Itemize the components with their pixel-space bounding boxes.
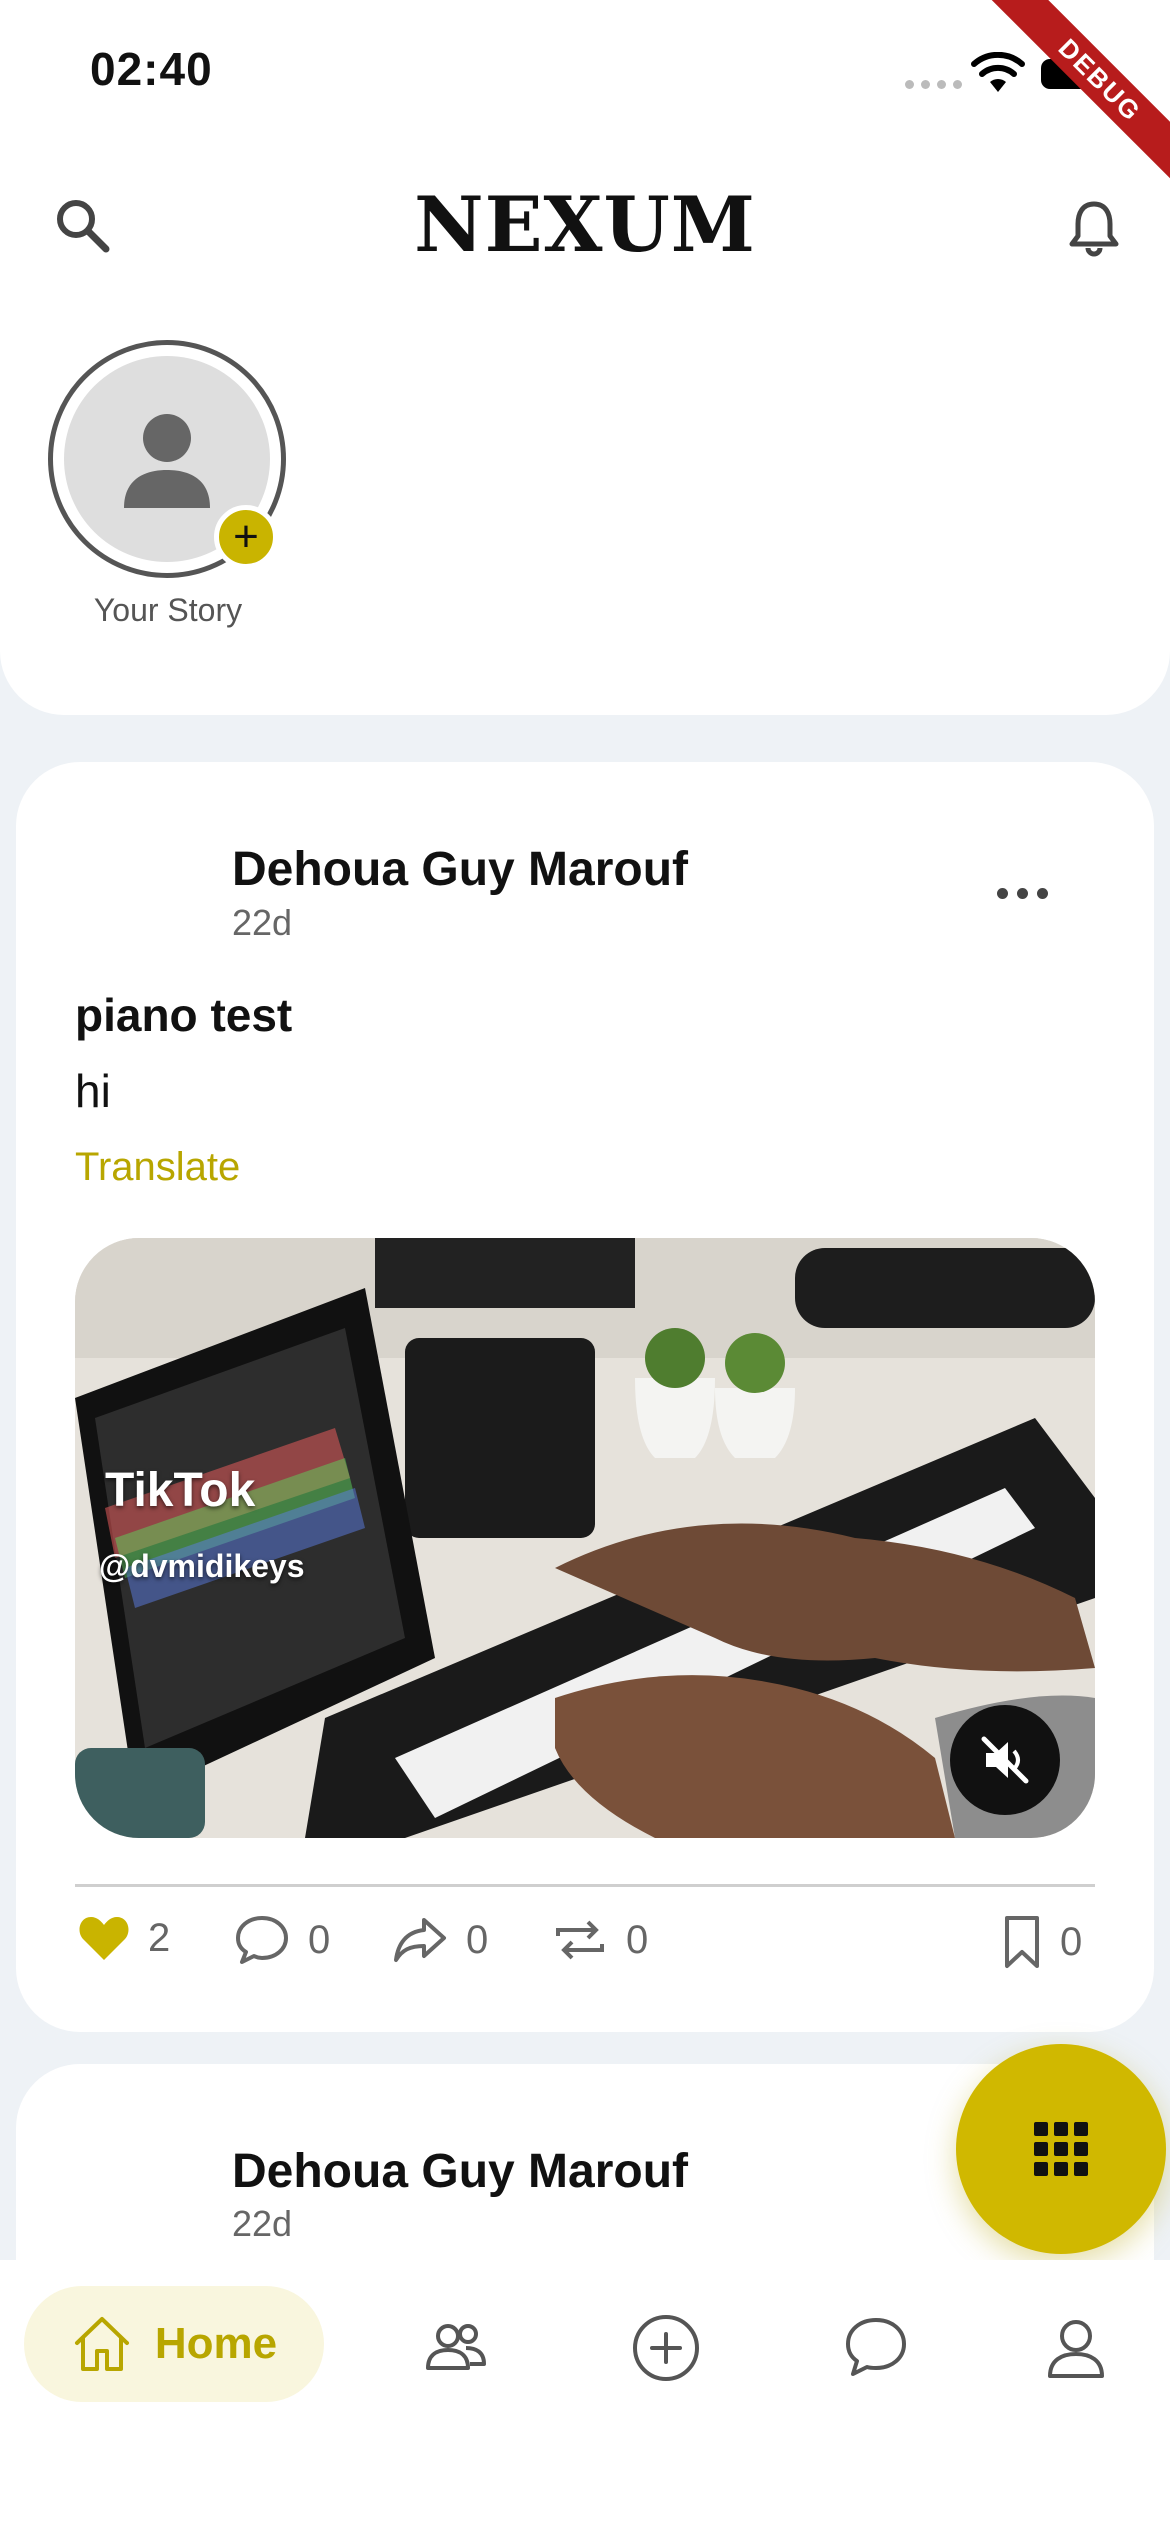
repost-button[interactable]: 0 (552, 1914, 648, 1966)
post-body: hi (75, 1065, 111, 1117)
nav-item-home[interactable]: Home (24, 2286, 324, 2402)
home-icon (74, 2317, 129, 2371)
mute-toggle-button[interactable] (950, 1705, 1060, 1815)
save-count: 0 (1060, 1919, 1083, 1964)
volume-off-icon (981, 1736, 1029, 1784)
your-story-label: Your Story (93, 592, 243, 628)
share-button[interactable]: 0 (392, 1914, 488, 1966)
like-button[interactable]: 2 (78, 1914, 170, 1962)
bottom-navigation: Home (0, 2260, 1170, 2532)
app-logo: NEXUM (414, 180, 756, 269)
comment-icon (236, 1916, 288, 1964)
profile-icon[interactable] (1040, 2312, 1112, 2384)
video-watermark-brand: TikTok (105, 1464, 256, 1517)
apps-menu-button[interactable] (956, 2044, 1166, 2254)
video-watermark-handle: @dvmidikeys (99, 1548, 305, 1584)
post-title: piano test (75, 989, 293, 1041)
share-count: 0 (466, 1917, 489, 1962)
more-options-icon[interactable] (997, 888, 1048, 899)
nav-home-label: Home (154, 2319, 278, 2368)
cellular-signal-icon (905, 80, 962, 89)
post-age: 22d (232, 2203, 293, 2244)
person-icon (124, 414, 210, 508)
chat-icon[interactable] (840, 2312, 912, 2384)
post-video[interactable]: TikTok @dvmidikeys (75, 1238, 1095, 1838)
repost-count: 0 (626, 1917, 649, 1962)
comment-count: 0 (308, 1917, 331, 1962)
friends-icon[interactable] (420, 2312, 492, 2384)
comment-button[interactable]: 0 (234, 1914, 330, 1966)
video-frame (75, 1238, 1095, 1838)
post-author-name[interactable]: Dehoua Guy Marouf (232, 2144, 688, 2199)
save-button[interactable]: 0 (1002, 1914, 1082, 1970)
debug-banner: DEBUG (980, 0, 1170, 190)
add-circle-icon[interactable] (630, 2312, 702, 2384)
post-age: 22d (232, 902, 293, 943)
like-count: 2 (148, 1915, 171, 1960)
post-divider (75, 1884, 1095, 1887)
heart-icon (79, 1917, 129, 1960)
post-author-name[interactable]: Dehoua Guy Marouf (232, 842, 688, 897)
add-story-button[interactable]: + (214, 505, 278, 569)
notifications-bell-icon[interactable] (1068, 198, 1120, 258)
status-time: 02:40 (90, 43, 213, 95)
grid-icon (1034, 2122, 1088, 2176)
bookmark-icon (1005, 1916, 1039, 1968)
translate-link[interactable]: Translate (75, 1145, 240, 1190)
repost-icon (556, 1920, 604, 1960)
share-icon (394, 1918, 446, 1962)
